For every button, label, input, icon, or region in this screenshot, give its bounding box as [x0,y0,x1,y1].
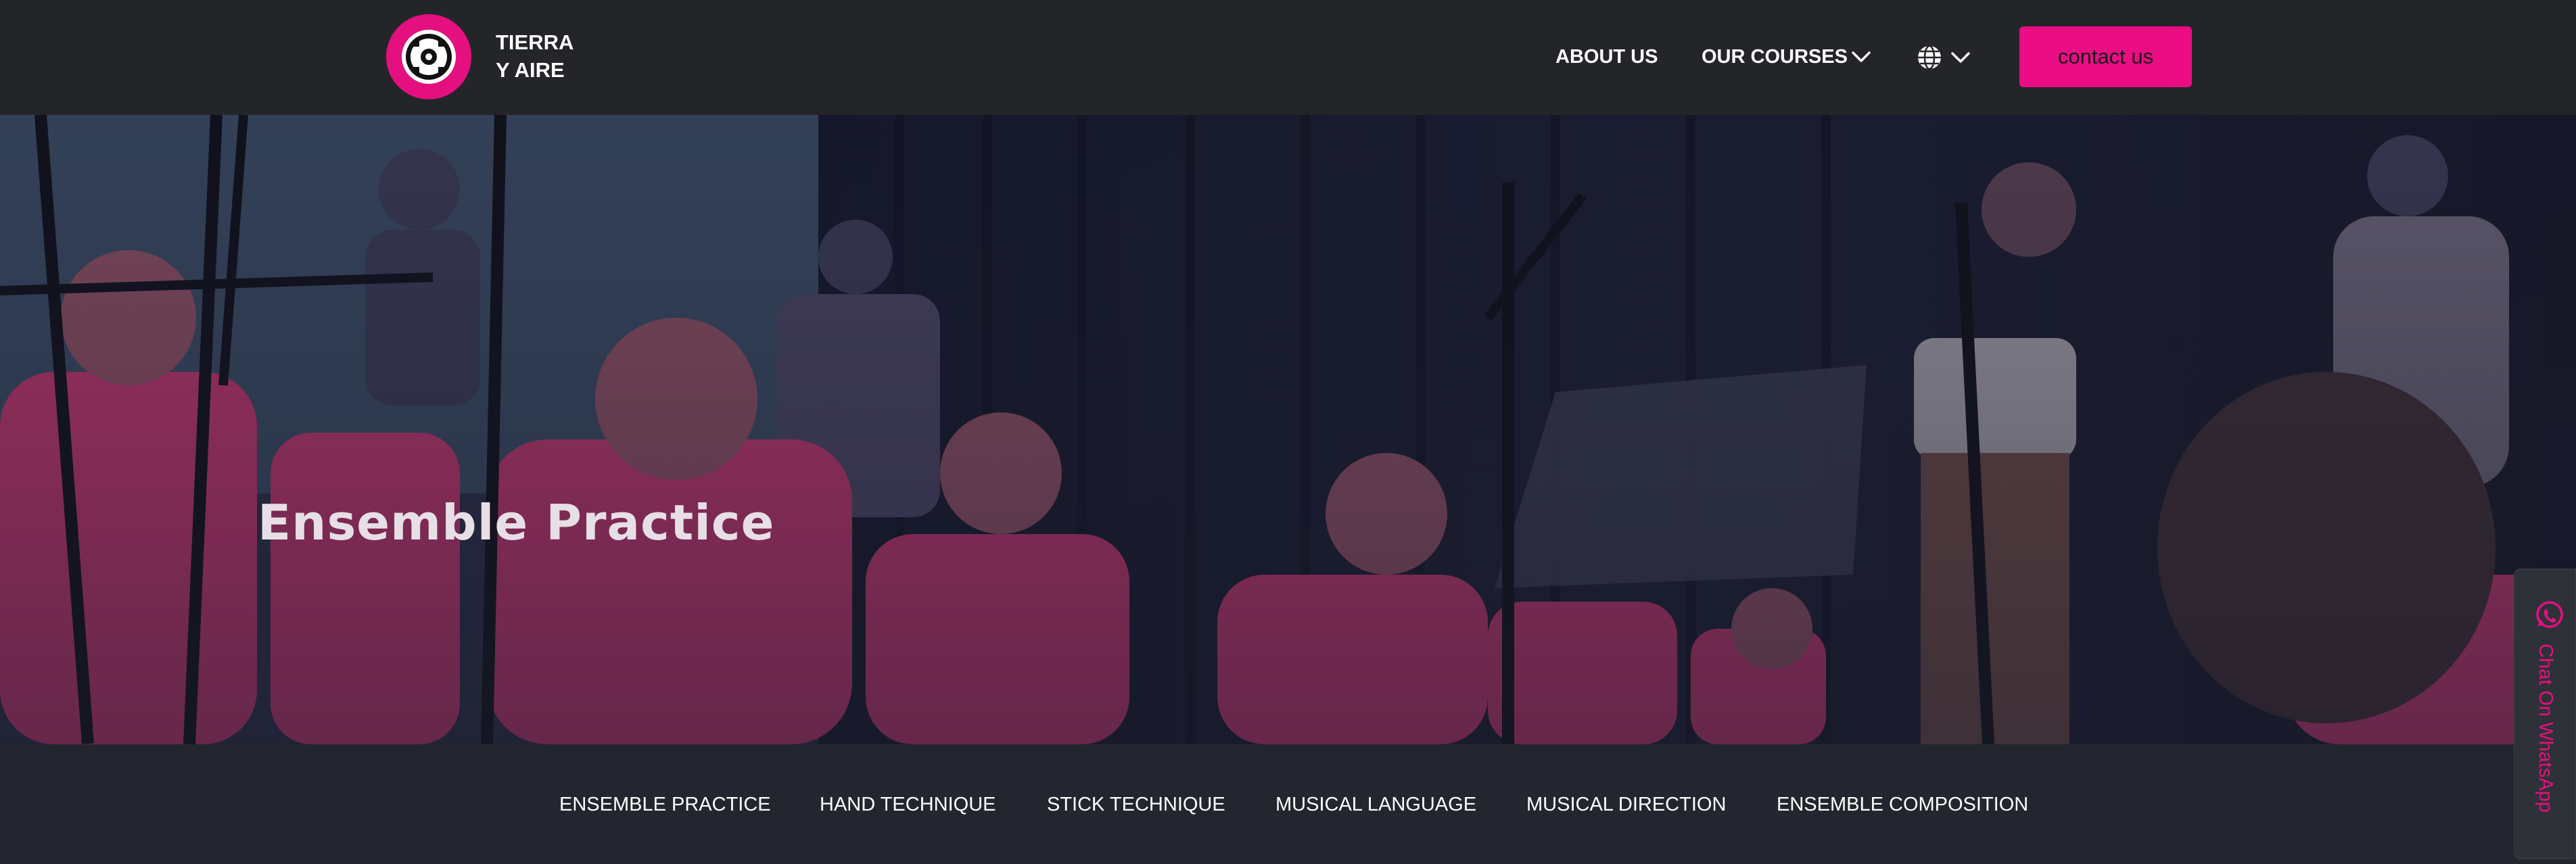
nav-our-courses[interactable]: OUR COURSES [1702,43,1848,70]
whatsapp-label: Chat On WhatsApp [2535,644,2556,813]
course-subnav: ENSEMBLE PRACTICE HAND TECHNIQUE STICK T… [0,744,2576,864]
globe-icon[interactable] [1916,44,1943,71]
hero-banner: Ensemble Practice [0,115,2576,744]
whatsapp-icon [2536,601,2563,628]
whatsapp-chat-tab[interactable]: Chat On WhatsApp [2514,569,2576,859]
subnav-musical-direction[interactable]: MUSICAL DIRECTION [1526,792,1726,817]
subnav-stick-technique[interactable]: STICK TECHNIQUE [1047,792,1225,817]
brand-name[interactable]: TIERRA Y AIRE [496,28,573,84]
logo[interactable] [386,14,471,99]
brand-line-1: TIERRA [496,30,574,54]
site-header: TIERRA Y AIRE ABOUT US OUR COURSES conta… [0,0,2576,115]
subnav-hand-technique[interactable]: HAND TECHNIQUE [820,792,996,817]
language-chevron-down-icon[interactable] [1950,49,1971,66]
subnav-ensemble-composition[interactable]: ENSEMBLE COMPOSITION [1777,792,2028,817]
brand-line-2: Y AIRE [496,58,565,82]
chevron-down-icon[interactable] [1851,48,1871,66]
contact-us-button[interactable]: contact us [2019,26,2192,87]
nav-about-us[interactable]: ABOUT US [1555,43,1658,70]
subnav-musical-language[interactable]: MUSICAL LANGUAGE [1275,792,1476,817]
page-title: Ensemble Practice [258,494,775,551]
nav-our-courses-label: OUR COURSES [1702,46,1848,68]
hero-background-image [0,115,2576,744]
subnav-ensemble-practice[interactable]: ENSEMBLE PRACTICE [559,792,771,817]
tierra-y-aire-logo-icon [402,30,456,84]
